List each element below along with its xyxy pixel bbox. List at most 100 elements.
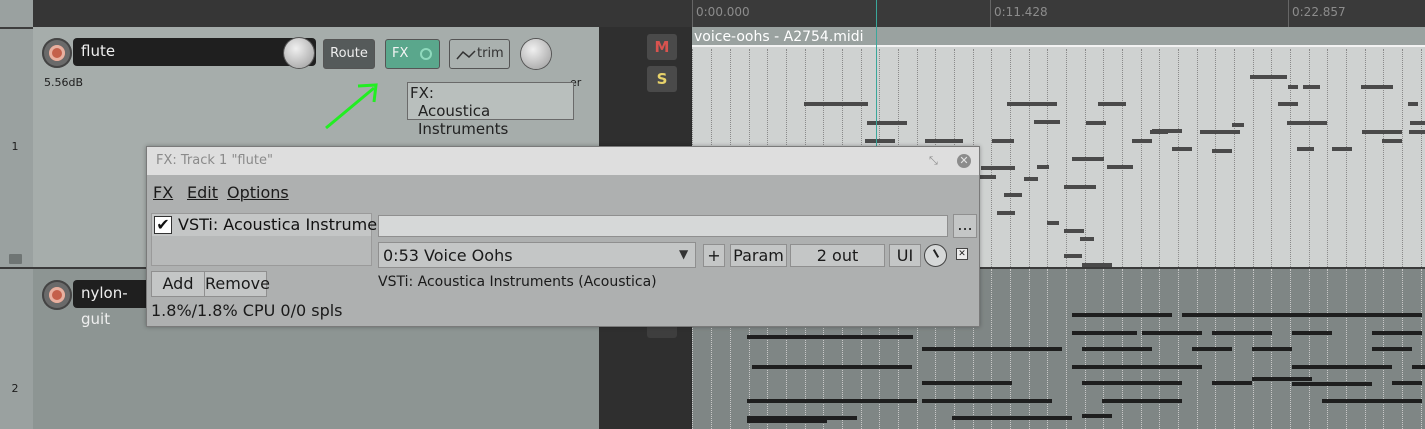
midi-note[interactable]	[1004, 193, 1022, 197]
mute-button[interactable]: M	[647, 34, 677, 60]
wet-knob[interactable]	[924, 244, 947, 267]
output-button[interactable]: 2 out	[790, 244, 885, 267]
midi-note[interactable]	[1392, 313, 1422, 317]
add-button[interactable]: Add	[151, 271, 205, 297]
midi-note[interactable]	[1372, 331, 1422, 335]
midi-note[interactable]	[1034, 120, 1060, 124]
remove-button[interactable]: Remove	[204, 271, 270, 297]
midi-note[interactable]	[1287, 121, 1327, 125]
midi-note[interactable]	[1082, 381, 1182, 385]
midi-note[interactable]	[1064, 254, 1082, 258]
midi-note[interactable]	[1064, 229, 1084, 233]
midi-note[interactable]	[1372, 347, 1412, 351]
menu-fx[interactable]: FX	[153, 183, 173, 202]
browse-button[interactable]: ...	[953, 214, 977, 238]
midi-note[interactable]	[992, 139, 1014, 143]
midi-note[interactable]	[1322, 399, 1422, 403]
track-2-name-field[interactable]: nylon-guit	[73, 280, 153, 328]
route-button[interactable]: Route	[323, 39, 375, 69]
midi-note[interactable]	[1082, 347, 1152, 351]
midi-note[interactable]	[1292, 382, 1372, 386]
midi-note[interactable]	[1037, 165, 1049, 169]
menu-edit[interactable]: Edit	[187, 183, 218, 202]
record-arm-button[interactable]	[42, 38, 72, 68]
midi-note[interactable]	[1252, 377, 1312, 381]
fx-chain-list[interactable]: ✔ VSTi: Acoustica Instrument	[151, 213, 393, 266]
trim-button[interactable]: trim	[449, 39, 510, 69]
midi-note[interactable]	[867, 121, 907, 125]
track-number-1[interactable]: 1	[0, 140, 30, 153]
folder-icon[interactable]	[9, 254, 22, 264]
track-number-2[interactable]: 2	[0, 382, 30, 395]
midi-note[interactable]	[1086, 121, 1106, 125]
midi-note[interactable]	[1098, 102, 1126, 106]
midi-note[interactable]	[747, 419, 827, 423]
midi-note[interactable]	[1192, 347, 1232, 351]
close-icon[interactable]: ✕	[957, 154, 971, 168]
midi-note[interactable]	[1047, 221, 1059, 225]
midi-note[interactable]	[1212, 149, 1232, 153]
midi-note[interactable]	[1303, 85, 1320, 89]
midi-note[interactable]	[1412, 365, 1425, 369]
program-select[interactable]: 0:53 Voice Oohs ▼	[378, 242, 696, 268]
midi-note[interactable]	[1072, 331, 1137, 335]
midi-note[interactable]	[1292, 365, 1392, 369]
midi-note[interactable]	[1288, 85, 1298, 89]
midi-note[interactable]	[1232, 123, 1244, 127]
midi-note[interactable]	[925, 139, 963, 143]
restore-icon[interactable]: ⤡	[929, 147, 938, 175]
midi-note[interactable]	[1212, 381, 1252, 385]
midi-note[interactable]	[1278, 102, 1298, 106]
midi-note[interactable]	[1292, 331, 1332, 335]
midi-note[interactable]	[1064, 185, 1096, 189]
midi-note[interactable]	[1332, 147, 1352, 151]
midi-note[interactable]	[1252, 347, 1292, 351]
midi-note[interactable]	[1361, 85, 1393, 89]
midi-note[interactable]	[922, 399, 1052, 403]
fx-window[interactable]: FX: Track 1 "flute" ⤡ ✕ FX Edit Options …	[146, 146, 980, 327]
param-button[interactable]: Param	[730, 244, 787, 267]
midi-note[interactable]	[1107, 165, 1133, 169]
midi-note[interactable]	[1410, 121, 1425, 125]
midi-note[interactable]	[862, 365, 912, 369]
midi-note[interactable]	[1297, 147, 1314, 151]
solo-button[interactable]: S	[647, 66, 677, 92]
midi-note[interactable]	[1072, 365, 1202, 369]
volume-knob[interactable]	[284, 38, 314, 68]
midi-note[interactable]	[1212, 331, 1272, 335]
midi-note[interactable]	[952, 416, 1072, 420]
fx-chain-item[interactable]: ✔ VSTi: Acoustica Instrument	[152, 214, 393, 236]
track-name-field[interactable]: flute	[73, 38, 316, 66]
preset-field[interactable]	[378, 215, 948, 237]
ui-button[interactable]: UI	[889, 244, 921, 267]
midi-note[interactable]	[997, 211, 1015, 215]
midi-note[interactable]	[752, 365, 862, 369]
fx-button[interactable]: FX	[385, 39, 440, 69]
midi-note[interactable]	[747, 399, 917, 403]
midi-note[interactable]	[922, 381, 1012, 385]
midi-note[interactable]	[1392, 381, 1422, 385]
timeline-ruler[interactable]: 0:00.000 0:11.428 0:22.857	[692, 0, 1425, 27]
pan-knob[interactable]	[521, 39, 551, 69]
midi-note[interactable]	[1250, 75, 1287, 79]
midi-note[interactable]	[804, 102, 868, 106]
midi-note[interactable]	[1408, 102, 1418, 106]
midi-note[interactable]	[1172, 147, 1192, 151]
track-2-record-arm-button[interactable]	[42, 280, 72, 310]
midi-note[interactable]	[1200, 130, 1240, 134]
midi-note[interactable]	[1080, 237, 1094, 241]
menu-options[interactable]: Options	[227, 183, 289, 202]
enable-checkbox[interactable]: ✔	[154, 216, 172, 234]
midi-note[interactable]	[1007, 102, 1057, 106]
midi-note[interactable]	[1409, 130, 1425, 134]
midi-note[interactable]	[1072, 157, 1104, 161]
midi-note[interactable]	[1024, 177, 1038, 181]
midi-note[interactable]	[1142, 331, 1202, 335]
fx-window-titlebar[interactable]: FX: Track 1 "flute" ⤡ ✕	[147, 147, 979, 175]
bypass-checkbox[interactable]: ✕	[956, 248, 968, 260]
midi-note[interactable]	[981, 166, 1015, 170]
midi-note[interactable]	[1082, 414, 1112, 418]
midi-note[interactable]	[1382, 139, 1402, 143]
plus-button[interactable]: +	[703, 244, 725, 267]
midi-note[interactable]	[1102, 399, 1182, 403]
